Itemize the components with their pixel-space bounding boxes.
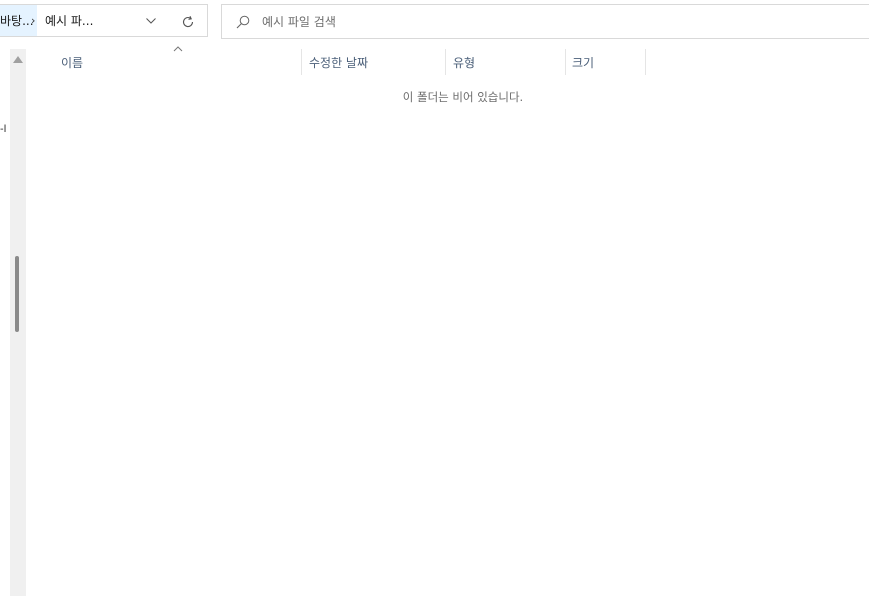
column-header-size-label: 크기 (572, 55, 595, 70)
column-header-type[interactable]: 유형 (453, 49, 565, 75)
breadcrumb-separator-label: › (31, 14, 36, 27)
search-input[interactable] (262, 5, 862, 38)
triangle-up-icon (13, 55, 23, 63)
address-history-dropdown-button[interactable] (141, 11, 161, 31)
column-divider[interactable] (645, 49, 646, 75)
column-header-size[interactable]: 크기 (572, 49, 645, 75)
breadcrumb-current[interactable]: 예시 파... (45, 5, 93, 36)
refresh-icon (182, 15, 194, 28)
scroll-thumb[interactable] (15, 256, 19, 332)
search-icon (236, 15, 250, 29)
refresh-button[interactable] (177, 11, 199, 33)
column-header-name[interactable]: 이름 (61, 49, 301, 75)
column-divider[interactable] (565, 49, 566, 75)
column-header-modified-label: 수정한 날짜 (309, 55, 369, 70)
nav-pane-item-partial[interactable]: -l (0, 124, 6, 135)
column-divider[interactable] (445, 49, 446, 75)
column-divider[interactable] (301, 49, 302, 75)
nav-pane-scrollbar[interactable] (10, 49, 26, 596)
breadcrumb-separator-icon[interactable]: › (31, 5, 35, 36)
column-header-type-label: 유형 (453, 55, 476, 70)
column-header-modified[interactable]: 수정한 날짜 (309, 49, 445, 75)
empty-folder-message: 이 폴더는 비어 있습니다. (402, 90, 524, 104)
scroll-up-button[interactable] (12, 53, 24, 65)
chevron-down-icon (146, 18, 156, 24)
address-bar[interactable]: 바탕... › 예시 파... (0, 4, 208, 37)
column-header-name-label: 이름 (61, 55, 84, 70)
search-box[interactable] (221, 4, 869, 39)
breadcrumb-parent-label: 바탕... (0, 14, 34, 28)
file-explorer-window: 바탕... › 예시 파... -l (0, 0, 869, 596)
breadcrumb-current-label: 예시 파... (45, 14, 94, 28)
